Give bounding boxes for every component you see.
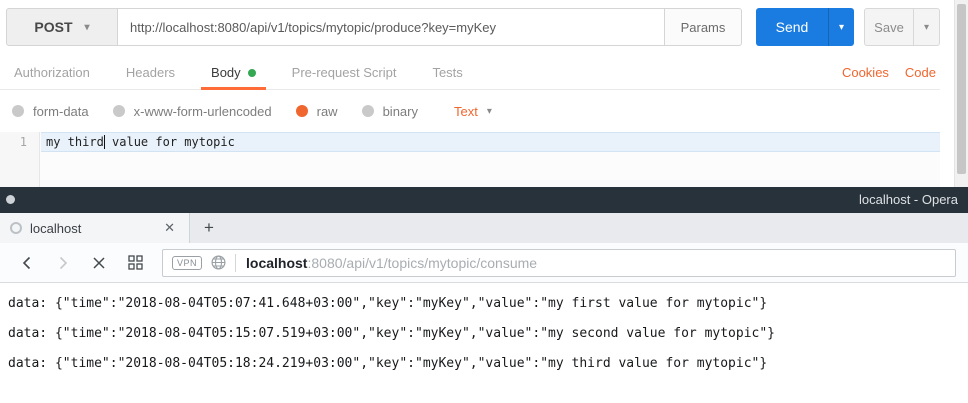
favicon-placeholder-icon bbox=[10, 222, 22, 234]
tab-body[interactable]: Body bbox=[211, 56, 256, 89]
sse-data-line: data: {"time":"2018-08-04T05:07:41.648+0… bbox=[8, 288, 968, 318]
editor-text-after-cursor: value for mytopic bbox=[105, 135, 235, 149]
opera-navbar: VPN localhost :8080/api/v1/topics/mytopi… bbox=[0, 243, 968, 283]
send-button-group: Send ▾ bbox=[756, 8, 854, 46]
opera-tabstrip: localhost ✕ + bbox=[0, 213, 968, 243]
opera-titlebar: localhost - Opera bbox=[0, 187, 968, 213]
grid-icon bbox=[128, 255, 143, 270]
request-section-tabs: Authorization Headers Body Pre-request S… bbox=[0, 56, 940, 90]
address-path: :8080/api/v1/topics/mytopic/consume bbox=[307, 255, 537, 271]
tab-label: Body bbox=[211, 65, 241, 80]
editor-text-before-cursor: my third bbox=[46, 135, 104, 149]
http-method-select[interactable]: POST ▾ bbox=[6, 8, 118, 46]
body-mode-selector: form-data x-www-form-urlencoded raw bina… bbox=[12, 98, 940, 124]
vpn-badge[interactable]: VPN bbox=[172, 256, 202, 270]
speed-dial-button[interactable] bbox=[120, 248, 150, 278]
params-button[interactable]: Params bbox=[664, 8, 742, 46]
raw-body-editor[interactable]: 1 my third value for mytopic bbox=[0, 132, 940, 187]
radio-icon bbox=[12, 105, 24, 117]
screenshot-root: POST ▾ Params Send ▾ Save ▾ Authorizatio… bbox=[0, 0, 968, 403]
line-number: 1 bbox=[0, 132, 39, 152]
http-method-label: POST bbox=[34, 19, 72, 35]
active-tab-underline bbox=[201, 87, 266, 90]
editor-active-line[interactable]: my third value for mytopic bbox=[41, 132, 940, 152]
save-button[interactable]: Save bbox=[864, 8, 914, 46]
close-tab-icon[interactable]: ✕ bbox=[160, 218, 179, 238]
forward-button-disabled[interactable] bbox=[48, 248, 78, 278]
body-has-content-dot bbox=[248, 69, 256, 77]
browser-tab-localhost[interactable]: localhost ✕ bbox=[0, 213, 190, 243]
request-url-input[interactable] bbox=[118, 8, 665, 46]
tab-tests[interactable]: Tests bbox=[432, 56, 462, 89]
mode-label: form-data bbox=[33, 104, 89, 119]
send-options-button[interactable]: ▾ bbox=[828, 8, 854, 46]
raw-type-dropdown[interactable]: Text ▾ bbox=[454, 104, 492, 119]
tab-authorization[interactable]: Authorization bbox=[14, 56, 90, 89]
globe-icon bbox=[211, 255, 226, 270]
vertical-scrollbar[interactable] bbox=[954, 0, 968, 187]
address-separator bbox=[235, 254, 236, 272]
toolbar-links: Cookies Code bbox=[842, 65, 940, 80]
mode-label: raw bbox=[317, 104, 338, 119]
editor-gutter: 1 bbox=[0, 132, 40, 187]
tab-label: Tests bbox=[432, 65, 462, 80]
sse-data-line: data: {"time":"2018-08-04T05:18:24.219+0… bbox=[8, 348, 968, 378]
back-button[interactable] bbox=[12, 248, 42, 278]
stop-loading-button[interactable] bbox=[84, 248, 114, 278]
mode-binary[interactable]: binary bbox=[362, 104, 418, 119]
send-button[interactable]: Send bbox=[756, 8, 828, 46]
tab-label: Pre-request Script bbox=[292, 65, 397, 80]
mode-label: binary bbox=[383, 104, 418, 119]
chevron-right-icon bbox=[56, 256, 70, 270]
tab-label: Authorization bbox=[14, 65, 90, 80]
address-host: localhost bbox=[246, 255, 307, 271]
save-button-group: Save ▾ bbox=[864, 8, 940, 46]
scrollbar-thumb[interactable] bbox=[957, 4, 966, 174]
mode-raw[interactable]: raw bbox=[296, 104, 338, 119]
sse-data-line: data: {"time":"2018-08-04T05:15:07.519+0… bbox=[8, 318, 968, 348]
address-bar[interactable]: VPN localhost :8080/api/v1/topics/mytopi… bbox=[162, 249, 956, 277]
tab-pre-request-script[interactable]: Pre-request Script bbox=[292, 56, 397, 89]
cookies-link[interactable]: Cookies bbox=[842, 65, 889, 80]
chevron-left-icon bbox=[20, 256, 34, 270]
radio-icon bbox=[113, 105, 125, 117]
chevron-down-icon: ▾ bbox=[839, 22, 844, 33]
mode-form-data[interactable]: form-data bbox=[12, 104, 89, 119]
page-content: data: {"time":"2018-08-04T05:07:41.648+0… bbox=[0, 283, 968, 403]
chevron-down-icon: ▾ bbox=[85, 22, 90, 33]
save-options-button[interactable]: ▾ bbox=[914, 8, 940, 46]
tab-headers[interactable]: Headers bbox=[126, 56, 175, 89]
code-link[interactable]: Code bbox=[905, 65, 936, 80]
radio-icon bbox=[362, 105, 374, 117]
close-x-icon bbox=[92, 256, 106, 270]
chevron-down-icon: ▾ bbox=[924, 22, 929, 33]
window-dot-icon bbox=[6, 195, 15, 204]
mode-x-www-form-urlencoded[interactable]: x-www-form-urlencoded bbox=[113, 104, 272, 119]
chevron-down-icon: ▾ bbox=[487, 106, 492, 117]
mode-label: x-www-form-urlencoded bbox=[134, 104, 272, 119]
postman-window: POST ▾ Params Send ▾ Save ▾ Authorizatio… bbox=[0, 0, 968, 187]
request-toolbar: POST ▾ Params Send ▾ Save ▾ bbox=[6, 8, 940, 46]
tab-title: localhost bbox=[30, 221, 160, 236]
raw-type-label: Text bbox=[454, 104, 478, 119]
tab-label: Headers bbox=[126, 65, 175, 80]
radio-selected-icon bbox=[296, 105, 308, 117]
window-title: localhost - Opera bbox=[859, 187, 958, 213]
new-tab-button[interactable]: + bbox=[190, 213, 228, 243]
